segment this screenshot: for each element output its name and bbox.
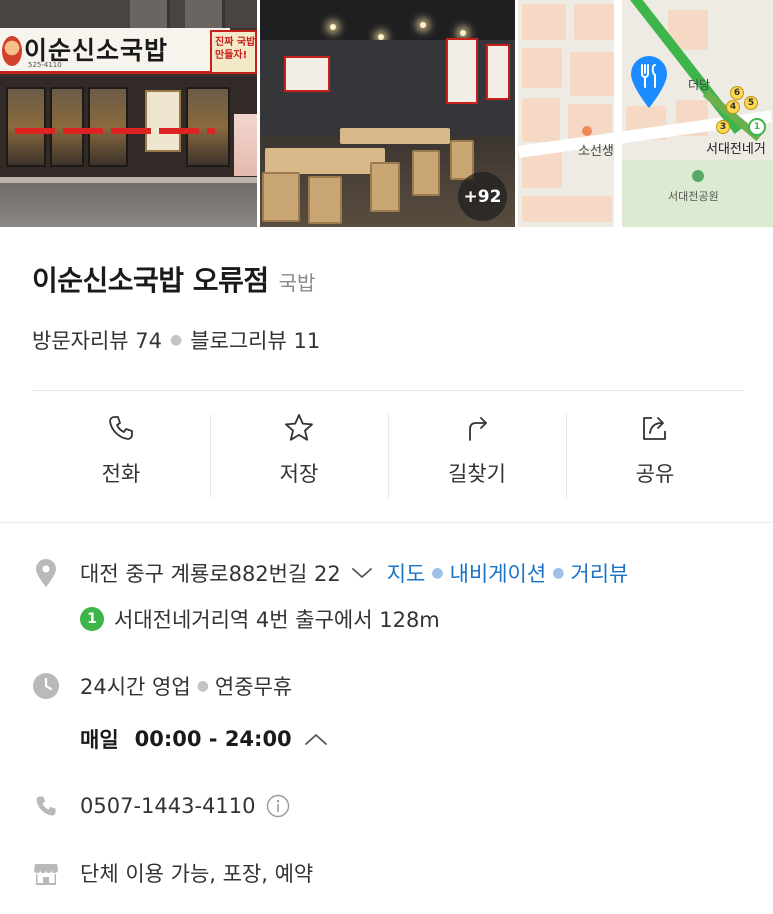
separator-dot: ● (552, 565, 565, 581)
clock-icon (32, 672, 60, 700)
restaurant-poi-icon (582, 126, 592, 136)
call-button[interactable]: 전화 (32, 412, 210, 500)
sidewalk (0, 177, 257, 227)
subway-exit-marker: 6 (730, 86, 744, 100)
wall-menu-poster (486, 44, 510, 100)
map-label-place: 더당 (688, 78, 711, 92)
more-photos-badge[interactable]: +92 (458, 172, 507, 221)
blog-reviews-link[interactable]: 블로그리뷰 11 (190, 325, 320, 355)
park-icon (692, 170, 704, 182)
street-view-link[interactable]: 거리뷰 (570, 558, 628, 588)
location-pin-icon (628, 54, 670, 110)
chair (412, 150, 440, 196)
subway-exit-marker: 3 (716, 120, 730, 134)
hours-note: 연중무휴 (214, 675, 293, 699)
promo-sign-text: 진짜 국밥 만들자! (215, 37, 256, 61)
share-button[interactable]: 공유 (566, 412, 744, 500)
subway-line-badge: 1 (80, 607, 104, 631)
star-icon (283, 412, 315, 444)
save-label: 저장 (279, 462, 319, 486)
building-facade (0, 0, 257, 28)
directions-icon (461, 412, 493, 444)
info-icon[interactable] (266, 794, 290, 818)
location-icon (32, 559, 60, 587)
map-label-station: 서대전네거 (706, 142, 766, 157)
divider (32, 390, 744, 391)
save-button[interactable]: 저장 (210, 412, 388, 500)
dining-table (340, 128, 450, 144)
section-divider (0, 522, 773, 523)
chevron-down-icon[interactable] (351, 566, 373, 580)
photo-strip[interactable]: 이순신소국밥 525-4110 진짜 국밥 만들자! +92 6 4 3 5 1… (0, 0, 773, 227)
wall-menu-poster (284, 56, 330, 92)
chair (308, 176, 342, 224)
interior-photo[interactable]: +92 (260, 0, 515, 227)
subway-row: 1 서대전네거리역 4번 출구에서 128m (80, 604, 440, 634)
separator-dot: ● (196, 678, 209, 694)
wall-menu-poster (446, 38, 478, 104)
directions-button[interactable]: 길찾기 (388, 412, 566, 500)
directions-label: 길찾기 (448, 462, 506, 486)
phone-icon (32, 792, 60, 820)
action-bar: 전화 저장 길찾기 공유 (32, 412, 744, 500)
hours-detail-row[interactable]: 매일 00:00 - 24:00 (80, 724, 342, 754)
storefront-photo[interactable]: 이순신소국밥 525-4110 진짜 국밥 만들자! (0, 0, 257, 227)
mascot-icon (2, 36, 22, 66)
share-label: 공유 (635, 462, 675, 486)
share-icon (639, 412, 671, 444)
separator-dot: ● (170, 332, 183, 348)
amenities-text: 단체 이용 가능, 포장, 예약 (80, 862, 314, 886)
dining-table (265, 148, 385, 174)
address-row: 대전 중구 계룡로882번길 22 지도 ● 내비게이션 ● 거리뷰 (32, 558, 628, 588)
promo-sign: 진짜 국밥 만들자! (210, 30, 257, 74)
reviews-row: 방문자리뷰 74 ● 블로그리뷰 11 (32, 325, 320, 355)
storefront-windows (0, 77, 257, 177)
store-signboard: 이순신소국밥 525-4110 (0, 28, 230, 74)
phone-row[interactable]: 0507-1443-4110 (32, 792, 290, 820)
chair (262, 172, 300, 222)
phone-icon (105, 412, 137, 444)
subway-exit-marker: 5 (744, 96, 758, 110)
map-label-place: 소선생 (578, 144, 614, 159)
store-sign-phone: 525-4110 (28, 61, 62, 69)
menu-board (145, 90, 181, 152)
phone-number[interactable]: 0507-1443-4110 (80, 794, 256, 818)
map-label-park: 서대전공원 (668, 190, 719, 203)
chair (370, 162, 400, 212)
place-name: 이순신소국밥 오류점 (32, 264, 269, 297)
hours-row[interactable]: 24시간 영업 ● 연중무휴 (32, 671, 292, 701)
subway-station-marker: 1 (748, 118, 766, 136)
wall-poster (234, 114, 257, 176)
visitor-reviews-link[interactable]: 방문자리뷰 74 (32, 325, 162, 355)
call-label: 전화 (101, 462, 141, 486)
subway-direction-text: 서대전네거리역 4번 출구에서 128m (114, 608, 440, 632)
navigation-link[interactable]: 내비게이션 (450, 558, 547, 588)
hours-status: 24시간 영업 (80, 675, 191, 699)
address-text: 대전 중구 계룡로882번길 22 (80, 562, 341, 586)
map-thumbnail[interactable]: 6 4 3 5 1 더당 소선생 서대전네거 서대전공원 (518, 0, 773, 227)
place-title-row: 이순신소국밥 오류점 국밥 (32, 259, 315, 299)
separator-dot: ● (431, 565, 444, 581)
hours-day: 매일 (80, 728, 119, 752)
subway-exit-marker: 4 (726, 100, 740, 114)
store-icon (32, 859, 60, 887)
chevron-up-icon[interactable] (304, 732, 328, 746)
amenities-row: 단체 이용 가능, 포장, 예약 (32, 858, 313, 888)
place-category: 국밥 (278, 271, 316, 295)
hours-time: 00:00 - 24:00 (134, 727, 292, 751)
map-link[interactable]: 지도 (387, 558, 426, 588)
